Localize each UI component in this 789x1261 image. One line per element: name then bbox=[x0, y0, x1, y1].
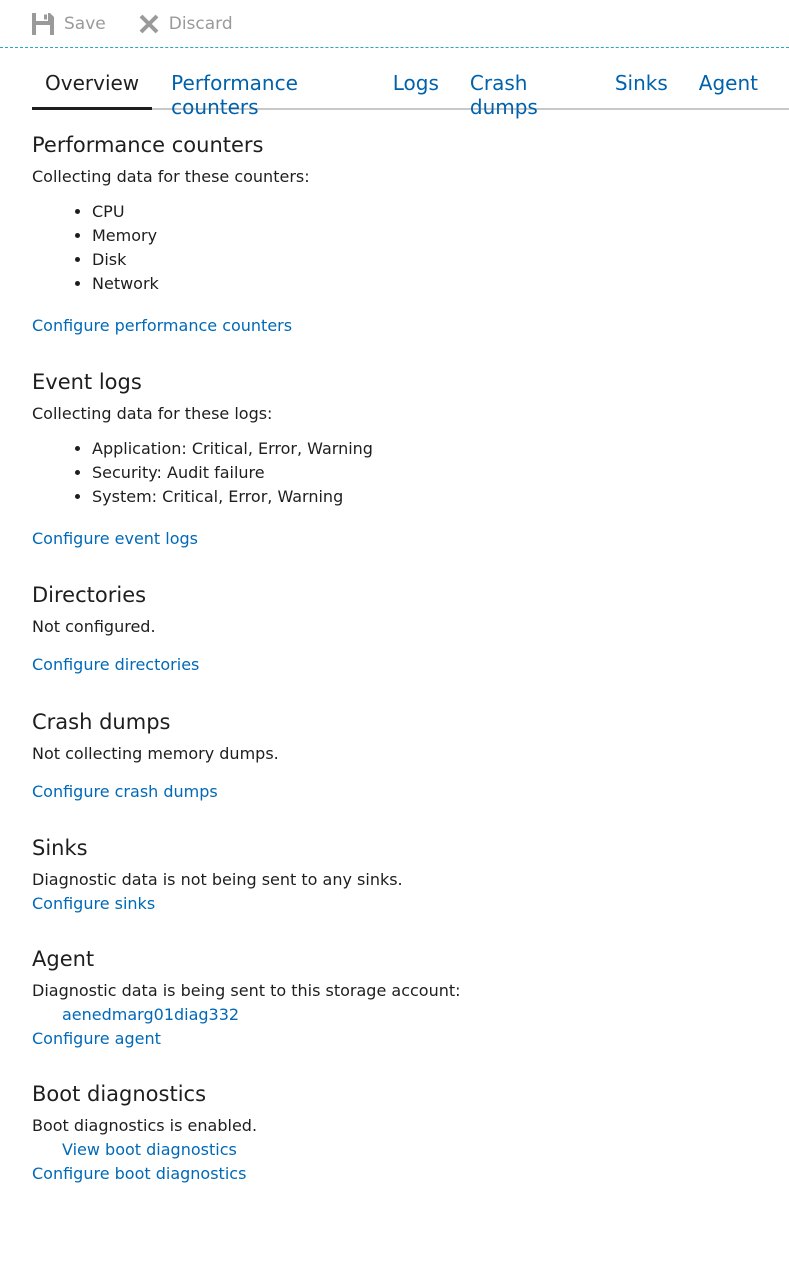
save-button[interactable]: Save bbox=[31, 12, 106, 36]
section-title: Event logs bbox=[32, 370, 142, 394]
tab-bar: Overview Performance counters Logs Crash… bbox=[32, 58, 789, 119]
section-description: Diagnostic data is being sent to this st… bbox=[32, 981, 461, 1000]
tab-crash-dumps[interactable]: Crash dumps bbox=[470, 58, 584, 119]
section-title: Agent bbox=[32, 947, 95, 971]
section-title: Sinks bbox=[32, 836, 88, 860]
list-item: System: Critical, Error, Warning bbox=[92, 485, 789, 509]
tab-sinks[interactable]: Sinks bbox=[615, 58, 668, 108]
configure-crash-dumps-link[interactable]: Configure crash dumps bbox=[32, 780, 789, 804]
boot-diagnostics-section: Boot diagnostics Boot diagnostics is ena… bbox=[32, 1080, 789, 1186]
list-item: Application: Critical, Error, Warning bbox=[92, 437, 789, 461]
section-title: Directories bbox=[32, 583, 147, 607]
save-icon bbox=[32, 12, 54, 35]
overview-content: Performance counters Collecting data for… bbox=[0, 131, 789, 1186]
section-description: Not collecting memory dumps. bbox=[32, 744, 279, 763]
list-item: Disk bbox=[92, 248, 789, 272]
discard-button[interactable]: Discard bbox=[138, 13, 233, 35]
list-item: Network bbox=[92, 272, 789, 296]
command-bar: Save Discard bbox=[0, 0, 789, 48]
log-list: Application: Critical, Error, Warning Se… bbox=[32, 437, 789, 509]
event-logs-section: Event logs Collecting data for these log… bbox=[32, 368, 789, 551]
directories-section: Directories Not configured. Configure di… bbox=[32, 581, 789, 677]
discard-label: Discard bbox=[168, 13, 233, 34]
save-label: Save bbox=[64, 13, 106, 34]
configure-directories-link[interactable]: Configure directories bbox=[32, 653, 789, 677]
list-item: CPU bbox=[92, 200, 789, 224]
sinks-section: Sinks Diagnostic data is not being sent … bbox=[32, 834, 789, 916]
configure-event-logs-link[interactable]: Configure event logs bbox=[32, 527, 789, 551]
crash-dumps-section: Crash dumps Not collecting memory dumps.… bbox=[32, 708, 789, 804]
section-title: Performance counters bbox=[32, 133, 264, 157]
agent-section: Agent Diagnostic data is being sent to t… bbox=[32, 945, 789, 1051]
section-description: Collecting data for these logs: bbox=[32, 404, 273, 423]
view-boot-diagnostics-link[interactable]: View boot diagnostics bbox=[32, 1138, 789, 1162]
configure-performance-counters-link[interactable]: Configure performance counters bbox=[32, 314, 789, 338]
section-title: Crash dumps bbox=[32, 710, 171, 734]
counter-list: CPU Memory Disk Network bbox=[32, 200, 789, 296]
section-description: Diagnostic data is not being sent to any… bbox=[32, 870, 403, 889]
list-item: Security: Audit failure bbox=[92, 461, 789, 485]
close-icon bbox=[139, 14, 159, 33]
section-description: Collecting data for these counters: bbox=[32, 167, 310, 186]
section-description: Boot diagnostics is enabled. bbox=[32, 1116, 258, 1135]
tab-logs[interactable]: Logs bbox=[393, 58, 439, 108]
section-description: Not configured. bbox=[32, 617, 156, 636]
configure-sinks-link[interactable]: Configure sinks bbox=[32, 892, 789, 916]
performance-counters-section: Performance counters Collecting data for… bbox=[32, 131, 789, 338]
section-title: Boot diagnostics bbox=[32, 1082, 207, 1106]
tab-performance-counters[interactable]: Performance counters bbox=[171, 58, 362, 119]
tab-agent[interactable]: Agent bbox=[699, 58, 758, 108]
configure-boot-diagnostics-link[interactable]: Configure boot diagnostics bbox=[32, 1162, 789, 1186]
storage-account-link[interactable]: aenedmarg01diag332 bbox=[32, 1003, 789, 1027]
tab-overview[interactable]: Overview bbox=[32, 58, 153, 110]
configure-agent-link[interactable]: Configure agent bbox=[32, 1027, 789, 1051]
list-item: Memory bbox=[92, 224, 789, 248]
